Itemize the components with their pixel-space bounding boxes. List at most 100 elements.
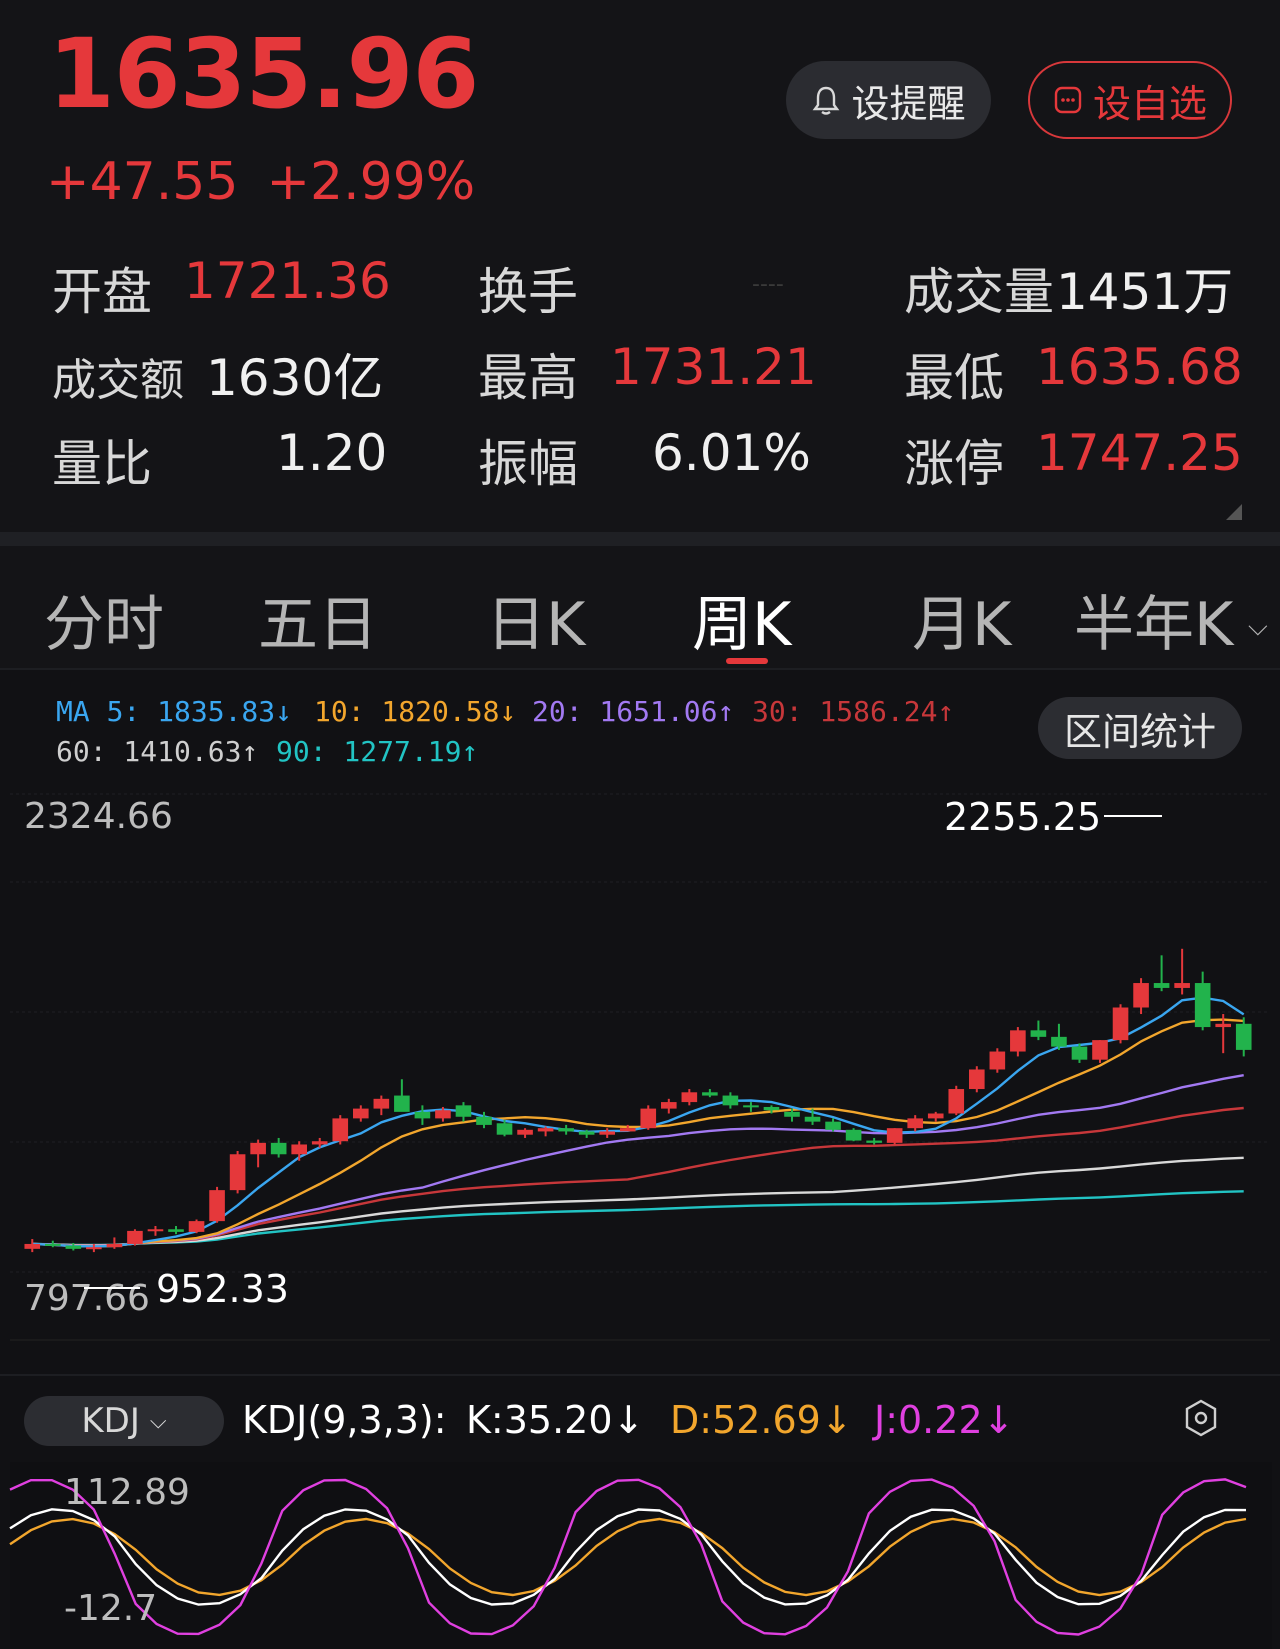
candle-up <box>927 1113 944 1119</box>
tab-monthly-k[interactable]: 月K <box>912 576 1011 663</box>
chevron-down-icon[interactable]: ⌵ <box>1248 612 1268 643</box>
candle-up <box>1092 1040 1108 1060</box>
set-alert-label: 设提醒 <box>851 81 966 126</box>
candle-up <box>332 1118 349 1142</box>
y-axis-max-label: 2324.66 <box>24 796 173 837</box>
tabs-divider <box>0 668 1280 670</box>
tab-weekly-k[interactable]: 周K <box>692 576 791 663</box>
chart-grid <box>10 793 1270 1341</box>
stat-value-limit-up: 1747.25 <box>1036 424 1243 482</box>
candle-down <box>784 1111 800 1117</box>
stat-value-volume-ratio: 1.20 <box>276 424 388 482</box>
range-statistics-button[interactable]: 区间统计 <box>1038 697 1242 759</box>
candle-up <box>1112 1007 1129 1041</box>
indicator-selector[interactable]: KDJ ⌵ <box>24 1396 224 1446</box>
candle-up <box>435 1110 451 1119</box>
stat-label-limit-up: 涨停 <box>904 435 1004 493</box>
set-alert-button[interactable]: 设提醒 <box>786 61 991 139</box>
stat-value-turnover: ---- <box>752 272 784 297</box>
candle-down <box>65 1245 82 1249</box>
candle-up <box>619 1128 636 1132</box>
stat-value-volume: 1451万 <box>1056 263 1234 321</box>
candle-up <box>1174 983 1190 988</box>
tab-half-year-k[interactable]: 半年K <box>1074 576 1233 663</box>
candle-down <box>845 1129 862 1141</box>
candle-up <box>188 1221 205 1232</box>
add-watchlist-button[interactable]: 设自选 <box>1028 61 1232 139</box>
candle-down <box>1235 1023 1252 1050</box>
kdj-y-max-label: 112.89 <box>64 1472 190 1513</box>
change-amount: +47.55 <box>46 152 239 212</box>
tab-intraday[interactable]: 分时 <box>44 576 164 663</box>
candle-down <box>722 1095 739 1106</box>
settings-gear-icon[interactable] <box>1183 1398 1219 1438</box>
candle-up <box>1010 1030 1026 1052</box>
candle-down <box>1051 1036 1067 1047</box>
candle-up <box>886 1128 903 1143</box>
candle-up <box>229 1154 246 1191</box>
candle-down <box>168 1229 184 1232</box>
period-low-label: 952.33 <box>156 1267 289 1311</box>
watchlist-icon <box>1054 86 1082 114</box>
active-tab-indicator <box>726 658 768 664</box>
candle-up <box>86 1247 102 1250</box>
candle-down <box>702 1092 718 1096</box>
candle-up <box>989 1051 1006 1070</box>
stat-label-turnover: 换手 <box>478 263 578 321</box>
candle-down <box>1194 983 1211 1028</box>
change-percent: +2.99% <box>266 152 476 212</box>
candle-down <box>578 1131 595 1135</box>
candle-down <box>496 1123 513 1135</box>
tab-daily-k[interactable]: 日K <box>486 576 585 663</box>
candle-up <box>147 1229 164 1232</box>
stat-value-high: 1731.21 <box>610 338 817 396</box>
candle-down <box>763 1106 780 1111</box>
bell-icon <box>813 86 840 115</box>
candlestick-chart[interactable]: 2324.66 797.66 2255.25 952.33 <box>0 770 1280 1375</box>
ma60-legend: 60: 1410.63↑ <box>56 735 259 768</box>
candle-up <box>968 1069 985 1090</box>
candle-up <box>948 1089 965 1114</box>
add-watchlist-label: 设自选 <box>1092 81 1207 126</box>
stat-value-amount: 1630亿 <box>206 349 384 407</box>
candle-down <box>476 1116 492 1125</box>
stat-label-amplitude: 振幅 <box>478 435 578 493</box>
candle-up <box>660 1102 677 1109</box>
candles <box>24 948 1252 1253</box>
kdj-j-value: J:0.22↓ <box>874 1398 1015 1442</box>
kdj-k-value: K:35.20↓ <box>466 1398 645 1442</box>
price-change: +47.55 +2.99% <box>46 152 503 212</box>
stat-value-open: 1721.36 <box>184 252 391 310</box>
candle-up <box>209 1190 225 1222</box>
candle-down <box>1071 1046 1088 1060</box>
period-tabs: 分时 五日 日K 周K 月K 半年K <box>0 546 1280 668</box>
candle-down <box>558 1128 574 1132</box>
candle-up <box>1215 1023 1232 1028</box>
candle-down <box>394 1095 410 1112</box>
candle-up <box>599 1131 616 1135</box>
stat-label-low: 最低 <box>904 349 1004 407</box>
candle-up <box>127 1230 143 1244</box>
stat-label-volume-ratio: 量比 <box>52 435 152 493</box>
kdj-d-value: D:52.69↓ <box>670 1398 853 1442</box>
kdj-chart: 112.89 -12.7 <box>9 1462 1272 1649</box>
candle-down <box>44 1243 61 1246</box>
candle-up <box>24 1243 41 1249</box>
candle-up <box>373 1098 390 1109</box>
candle-down <box>825 1121 841 1130</box>
candle-up <box>537 1128 554 1132</box>
ma5-legend: MA 5: 1835.83↓ <box>56 695 293 728</box>
candle-up <box>291 1144 308 1155</box>
tab-five-day[interactable]: 五日 <box>258 576 378 663</box>
expand-corner-icon[interactable] <box>1226 504 1242 520</box>
candle-down <box>414 1111 431 1119</box>
candle-up <box>640 1108 657 1129</box>
ma20-legend: 20: 1651.06↑ <box>532 695 735 728</box>
ma30-legend: 30: 1586.24↑ <box>752 695 955 728</box>
stat-label-high: 最高 <box>478 349 578 407</box>
candle-up <box>250 1142 266 1155</box>
stat-label-amount: 成交额 <box>52 355 184 406</box>
candle-down <box>455 1105 472 1117</box>
kdj-divider <box>0 1374 1280 1376</box>
candle-down <box>743 1105 759 1108</box>
